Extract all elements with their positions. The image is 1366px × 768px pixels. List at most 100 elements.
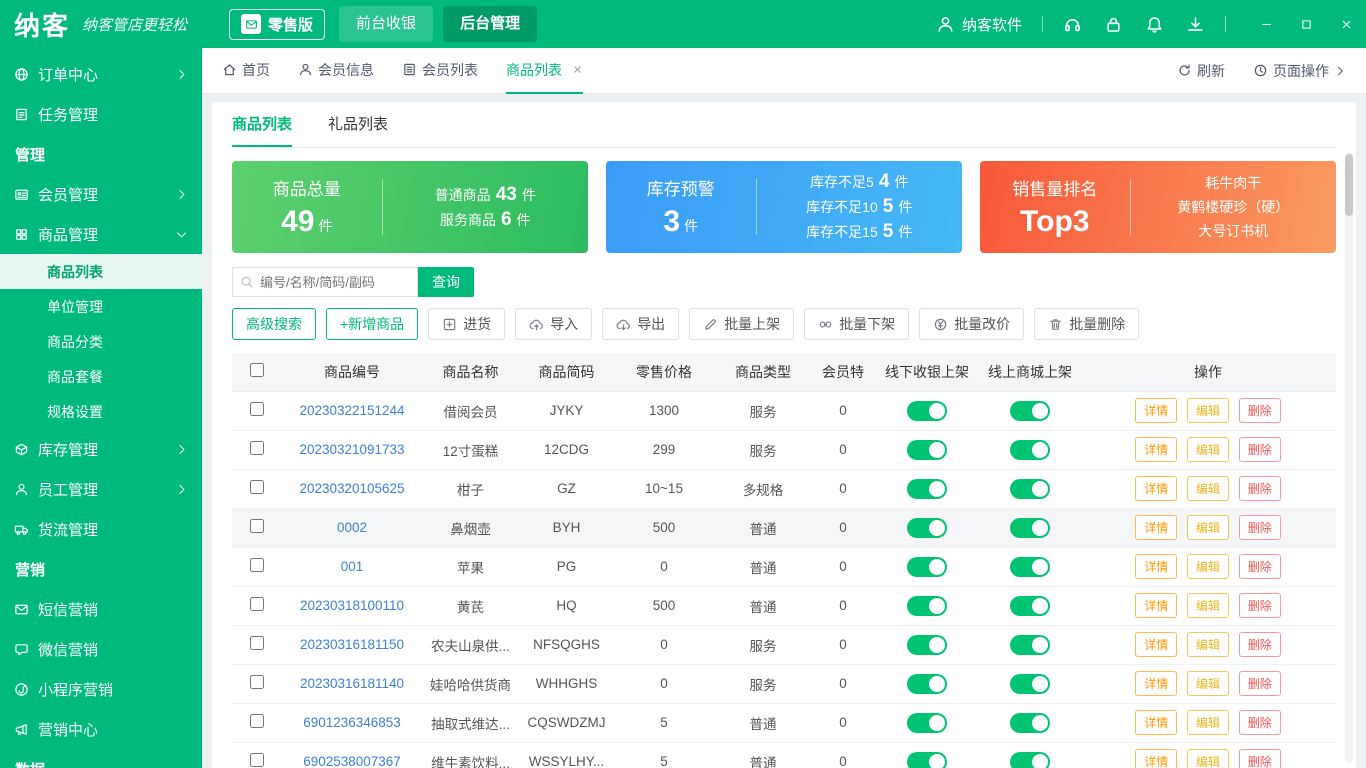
delete-button[interactable]: 删除 <box>1239 515 1281 540</box>
offline-shelf-toggle[interactable] <box>907 557 947 577</box>
sidebar-item-order-center[interactable]: 订单中心 <box>0 54 202 94</box>
nav-front-cashier[interactable]: 前台收银 <box>339 6 433 42</box>
sidebar-item-sms-marketing[interactable]: 短信营销 <box>0 589 202 629</box>
page-tab-home[interactable]: 首页 <box>222 48 270 94</box>
minimize-button[interactable] <box>1246 0 1286 48</box>
detail-button[interactable]: 详情 <box>1135 476 1177 501</box>
purchase-button[interactable]: 进货 <box>428 308 505 340</box>
product-code-link[interactable]: 20230316181150 <box>300 637 404 652</box>
delete-button[interactable]: 删除 <box>1239 749 1281 768</box>
batch-onshelf-button[interactable]: 批量上架 <box>689 308 794 340</box>
import-button[interactable]: 导入 <box>515 308 592 340</box>
sidebar-item-product-list[interactable]: 商品列表 <box>0 254 202 289</box>
detail-button[interactable]: 详情 <box>1135 749 1177 768</box>
sidebar-item-product-category[interactable]: 商品分类 <box>0 324 202 359</box>
product-code-link[interactable]: 0002 <box>337 520 367 535</box>
edit-button[interactable]: 编辑 <box>1187 671 1229 696</box>
edit-button[interactable]: 编辑 <box>1187 398 1229 423</box>
product-code-link[interactable]: 6901236346853 <box>303 715 401 730</box>
sidebar-item-product-management[interactable]: 商品管理 <box>0 214 202 254</box>
online-shelf-toggle[interactable] <box>1010 674 1050 694</box>
detail-button[interactable]: 详情 <box>1135 710 1177 735</box>
row-checkbox[interactable] <box>250 441 264 455</box>
vertical-scrollbar[interactable] <box>1345 152 1353 763</box>
edition-badge[interactable]: 零售版 <box>229 9 325 40</box>
row-checkbox[interactable] <box>250 636 264 650</box>
offline-shelf-toggle[interactable] <box>907 674 947 694</box>
row-checkbox[interactable] <box>250 753 264 767</box>
detail-button[interactable]: 详情 <box>1135 593 1177 618</box>
edit-button[interactable]: 编辑 <box>1187 749 1229 768</box>
online-shelf-toggle[interactable] <box>1010 518 1050 538</box>
delete-button[interactable]: 删除 <box>1239 632 1281 657</box>
bell-icon[interactable] <box>1145 15 1164 34</box>
product-code-link[interactable]: 20230320105625 <box>299 481 404 496</box>
row-checkbox[interactable] <box>250 480 264 494</box>
online-shelf-toggle[interactable] <box>1010 479 1050 499</box>
row-checkbox[interactable] <box>250 597 264 611</box>
page-actions-menu[interactable]: 页面操作 <box>1253 61 1346 81</box>
product-code-link[interactable]: 6902538007367 <box>303 754 401 768</box>
offline-shelf-toggle[interactable] <box>907 713 947 733</box>
delete-button[interactable]: 删除 <box>1239 593 1281 618</box>
page-tab-product-list[interactable]: 商品列表 <box>506 48 583 94</box>
product-code-link[interactable]: 20230321091733 <box>299 442 404 457</box>
sidebar-item-marketing-center[interactable]: 营销中心 <box>0 709 202 749</box>
detail-button[interactable]: 详情 <box>1135 437 1177 462</box>
tab-product-list[interactable]: 商品列表 <box>232 102 292 147</box>
delete-button[interactable]: 删除 <box>1239 671 1281 696</box>
edit-button[interactable]: 编辑 <box>1187 437 1229 462</box>
sidebar-item-wechat-marketing[interactable]: 微信营销 <box>0 629 202 669</box>
search-input[interactable] <box>232 267 418 297</box>
edit-button[interactable]: 编辑 <box>1187 554 1229 579</box>
online-shelf-toggle[interactable] <box>1010 596 1050 616</box>
edit-button[interactable]: 编辑 <box>1187 476 1229 501</box>
sidebar-item-unit-management[interactable]: 单位管理 <box>0 289 202 324</box>
online-shelf-toggle[interactable] <box>1010 635 1050 655</box>
online-shelf-toggle[interactable] <box>1010 713 1050 733</box>
edit-button[interactable]: 编辑 <box>1187 515 1229 540</box>
lock-icon[interactable] <box>1104 15 1123 34</box>
detail-button[interactable]: 详情 <box>1135 632 1177 657</box>
close-button[interactable] <box>1326 0 1366 48</box>
batch-price-button[interactable]: 批量改价 <box>919 308 1024 340</box>
edit-button[interactable]: 编辑 <box>1187 710 1229 735</box>
sidebar-item-staff-management[interactable]: 员工管理 <box>0 469 202 509</box>
sidebar-item-product-bundle[interactable]: 商品套餐 <box>0 359 202 394</box>
detail-button[interactable]: 详情 <box>1135 671 1177 696</box>
headset-icon[interactable] <box>1063 15 1082 34</box>
maximize-button[interactable] <box>1286 0 1326 48</box>
sidebar-item-spec-settings[interactable]: 规格设置 <box>0 394 202 429</box>
close-tab-icon[interactable] <box>572 64 583 75</box>
account-menu[interactable]: 纳客软件 <box>936 14 1022 35</box>
sidebar-item-inventory-management[interactable]: 库存管理 <box>0 429 202 469</box>
sidebar-item-member-management[interactable]: 会员管理 <box>0 174 202 214</box>
nav-back-office[interactable]: 后台管理 <box>443 6 537 42</box>
offline-shelf-toggle[interactable] <box>907 635 947 655</box>
offline-shelf-toggle[interactable] <box>907 596 947 616</box>
product-code-link[interactable]: 20230318100110 <box>300 598 404 613</box>
row-checkbox[interactable] <box>250 519 264 533</box>
sidebar-item-miniprogram-marketing[interactable]: 小程序营销 <box>0 669 202 709</box>
edit-button[interactable]: 编辑 <box>1187 632 1229 657</box>
product-code-link[interactable]: 20230322151244 <box>299 403 404 418</box>
delete-button[interactable]: 删除 <box>1239 398 1281 423</box>
product-code-link[interactable]: 001 <box>341 559 364 574</box>
refresh-button[interactable]: 刷新 <box>1177 61 1225 81</box>
scrollbar-thumb[interactable] <box>1345 154 1353 216</box>
sidebar-item-logistics-management[interactable]: 货流管理 <box>0 509 202 549</box>
detail-button[interactable]: 详情 <box>1135 554 1177 579</box>
page-tab-member-list[interactable]: 会员列表 <box>402 48 478 94</box>
edit-button[interactable]: 编辑 <box>1187 593 1229 618</box>
row-checkbox[interactable] <box>250 714 264 728</box>
offline-shelf-toggle[interactable] <box>907 518 947 538</box>
sidebar-item-task-management[interactable]: 任务管理 <box>0 94 202 134</box>
row-checkbox[interactable] <box>250 558 264 572</box>
delete-button[interactable]: 删除 <box>1239 710 1281 735</box>
page-tab-member-info[interactable]: 会员信息 <box>298 48 374 94</box>
offline-shelf-toggle[interactable] <box>907 440 947 460</box>
offline-shelf-toggle[interactable] <box>907 479 947 499</box>
select-all-checkbox[interactable] <box>250 363 264 377</box>
detail-button[interactable]: 详情 <box>1135 398 1177 423</box>
advanced-search-button[interactable]: 高级搜索 <box>232 308 316 340</box>
